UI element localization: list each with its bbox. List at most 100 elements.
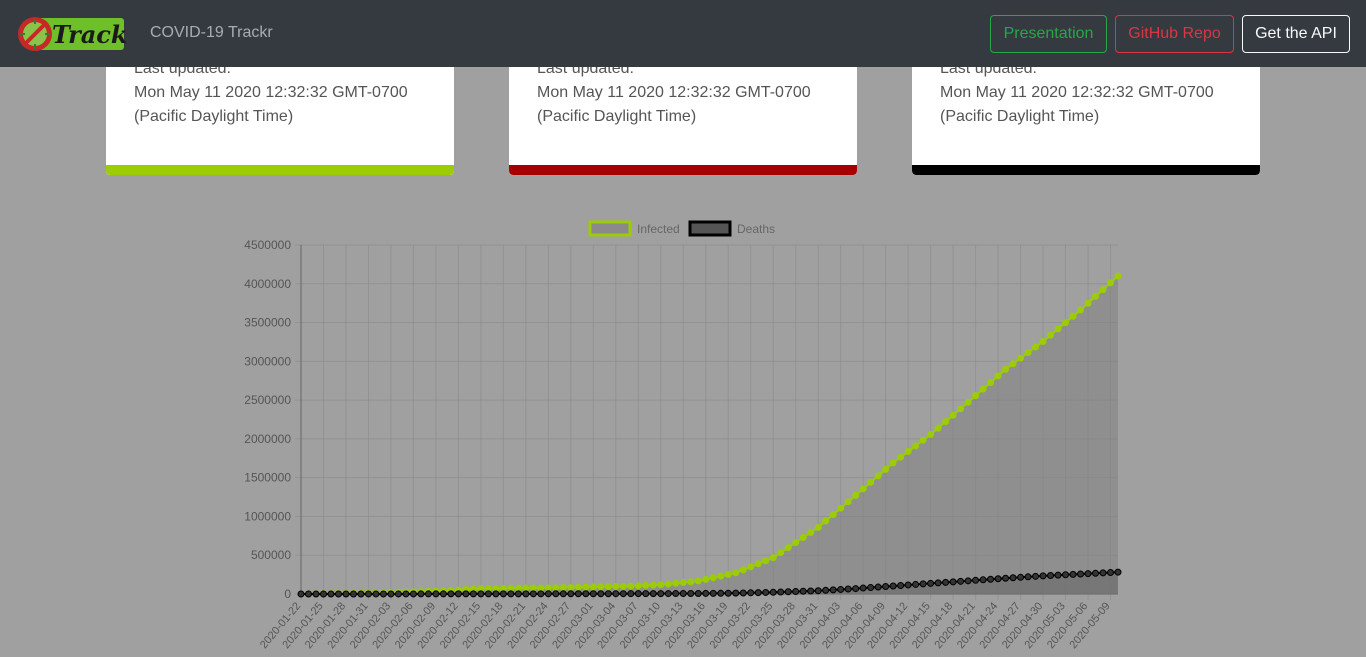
infected-point[interactable] — [1024, 349, 1032, 357]
deaths-point[interactable] — [357, 590, 365, 598]
deaths-point[interactable] — [319, 590, 327, 598]
deaths-point[interactable] — [1002, 574, 1010, 582]
infected-point[interactable] — [679, 579, 687, 587]
deaths-point[interactable] — [717, 589, 725, 597]
infected-point[interactable] — [672, 579, 680, 587]
infected-point[interactable] — [1084, 299, 1092, 307]
infected-point[interactable] — [657, 581, 665, 589]
infected-point[interactable] — [792, 539, 800, 547]
deaths-point[interactable] — [882, 583, 890, 591]
infected-point[interactable] — [582, 583, 590, 591]
deaths-point[interactable] — [679, 590, 687, 598]
deaths-point[interactable] — [529, 590, 537, 598]
deaths-point[interactable] — [657, 590, 665, 598]
deaths-point[interactable] — [912, 580, 920, 588]
deaths-point[interactable] — [499, 590, 507, 598]
infected-point[interactable] — [634, 582, 642, 590]
deaths-point[interactable] — [949, 578, 957, 586]
deaths-point[interactable] — [514, 590, 522, 598]
deaths-point[interactable] — [364, 590, 372, 598]
deaths-point[interactable] — [822, 586, 830, 594]
deaths-point[interactable] — [537, 590, 545, 598]
deaths-point[interactable] — [1032, 572, 1040, 580]
infected-point[interactable] — [897, 453, 905, 461]
deaths-point[interactable] — [597, 590, 605, 598]
deaths-point[interactable] — [634, 590, 642, 598]
deaths-point[interactable] — [627, 590, 635, 598]
infected-point[interactable] — [1009, 360, 1017, 368]
infected-point[interactable] — [522, 584, 530, 592]
infected-point[interactable] — [1032, 343, 1040, 351]
deaths-point[interactable] — [402, 590, 410, 598]
deaths-point[interactable] — [589, 590, 597, 598]
infected-point[interactable] — [964, 398, 972, 406]
infected-point[interactable] — [1069, 312, 1077, 320]
deaths-point[interactable] — [1099, 569, 1107, 577]
infected-point[interactable] — [597, 583, 605, 591]
deaths-point[interactable] — [919, 580, 927, 588]
infected-point[interactable] — [724, 571, 732, 579]
deaths-point[interactable] — [889, 582, 897, 590]
infected-point[interactable] — [769, 554, 777, 562]
deaths-point[interactable] — [942, 578, 950, 586]
presentation-button[interactable]: Presentation — [990, 15, 1107, 53]
deaths-point[interactable] — [769, 588, 777, 596]
infected-point[interactable] — [1107, 279, 1114, 287]
deaths-point[interactable] — [777, 588, 785, 596]
infected-point[interactable] — [1047, 331, 1055, 339]
deaths-point[interactable] — [574, 590, 582, 598]
deaths-point[interactable] — [702, 589, 710, 597]
infected-point[interactable] — [694, 577, 702, 585]
deaths-point[interactable] — [784, 588, 792, 596]
deaths-point[interactable] — [807, 587, 815, 595]
infected-point[interactable] — [544, 584, 552, 592]
deaths-point[interactable] — [972, 576, 980, 584]
infected-point[interactable] — [867, 478, 875, 486]
infected-point[interactable] — [762, 557, 770, 565]
deaths-point[interactable] — [792, 588, 800, 596]
legend-label-deaths[interactable]: Deaths — [737, 222, 775, 236]
deaths-point[interactable] — [469, 590, 477, 598]
infected-point[interactable] — [837, 504, 845, 512]
deaths-point[interactable] — [1077, 570, 1085, 578]
infected-point[interactable] — [1054, 325, 1062, 333]
deaths-point[interactable] — [709, 589, 717, 597]
infected-point[interactable] — [627, 582, 635, 590]
deaths-point[interactable] — [927, 579, 935, 587]
infected-point[interactable] — [1092, 292, 1100, 300]
infected-point[interactable] — [927, 431, 935, 439]
deaths-point[interactable] — [1114, 568, 1122, 576]
legend-label-infected[interactable]: Infected — [637, 222, 680, 236]
infected-point[interactable] — [994, 372, 1002, 380]
get-api-button[interactable]: Get the API — [1242, 15, 1350, 53]
infected-point[interactable] — [1099, 286, 1107, 294]
deaths-point[interactable] — [297, 590, 305, 598]
brand-title[interactable]: COVID-19 Trackr — [150, 24, 273, 42]
deaths-point[interactable] — [424, 590, 432, 598]
deaths-point[interactable] — [1092, 569, 1100, 577]
deaths-point[interactable] — [664, 590, 672, 598]
trackr-logo-icon[interactable]: Trackr — [16, 15, 126, 53]
infected-point[interactable] — [754, 560, 762, 568]
deaths-point[interactable] — [379, 590, 387, 598]
deaths-point[interactable] — [1084, 570, 1092, 578]
deaths-point[interactable] — [1024, 573, 1032, 581]
infected-point[interactable] — [717, 572, 725, 580]
deaths-point[interactable] — [964, 577, 972, 585]
deaths-point[interactable] — [342, 590, 350, 598]
infected-point[interactable] — [807, 529, 815, 536]
deaths-point[interactable] — [1107, 569, 1114, 576]
infected-point[interactable] — [934, 424, 942, 432]
deaths-point[interactable] — [552, 590, 560, 598]
infected-point[interactable] — [912, 442, 920, 450]
deaths-point[interactable] — [604, 590, 612, 598]
deaths-point[interactable] — [732, 589, 740, 597]
infected-point[interactable] — [702, 575, 710, 583]
infected-point[interactable] — [979, 385, 987, 393]
deaths-point[interactable] — [724, 589, 732, 597]
infected-point[interactable] — [784, 544, 792, 552]
infected-point[interactable] — [799, 534, 807, 542]
deaths-point[interactable] — [762, 588, 770, 596]
deaths-point[interactable] — [694, 590, 702, 597]
deaths-point[interactable] — [387, 590, 395, 598]
